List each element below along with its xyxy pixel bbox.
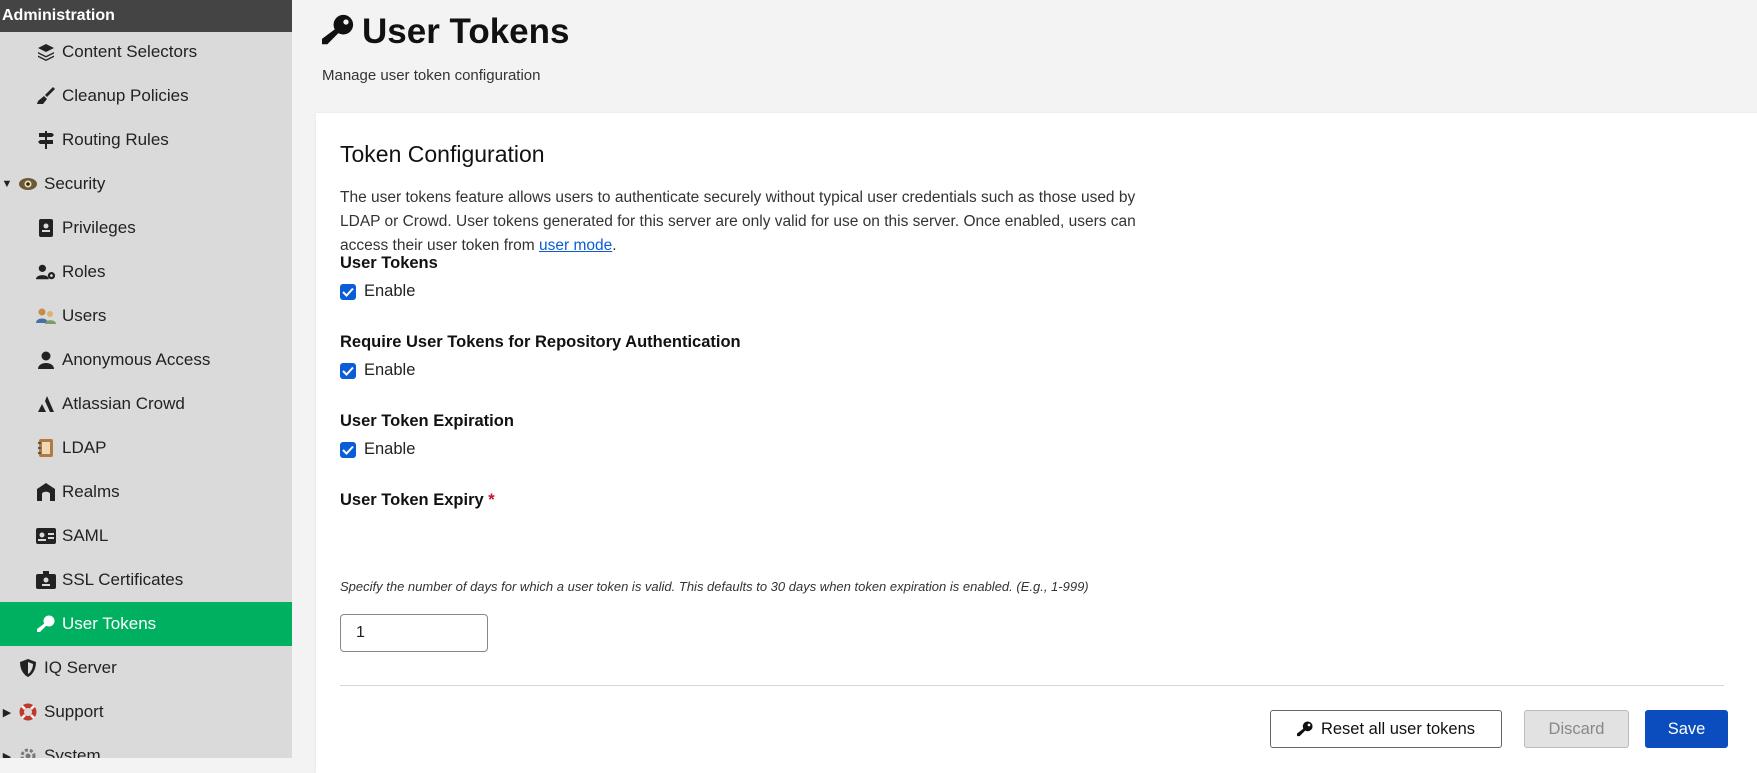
- lifebuoy-icon: [18, 702, 38, 722]
- divider: [340, 685, 1724, 686]
- user-tokens-enable-row: Enable: [340, 282, 415, 301]
- signpost-icon: [36, 130, 56, 150]
- expiration-checkbox[interactable]: [340, 441, 356, 458]
- archway-icon: [36, 482, 56, 502]
- user-tokens-label: User Tokens: [340, 254, 438, 272]
- sidebar-item-ssl-certificates[interactable]: SSL Certificates: [0, 558, 292, 602]
- atlassian-icon: [36, 394, 56, 414]
- require-tokens-enable-label: Enable: [364, 361, 416, 379]
- eye-icon: [18, 174, 38, 194]
- page-header: User Tokens: [322, 12, 570, 52]
- user-gear-icon: [36, 262, 56, 282]
- sidebar-item-system[interactable]: ▶ System: [0, 734, 292, 758]
- user-mode-link[interactable]: user mode: [539, 237, 612, 254]
- main-content: User Tokens Manage user token configurat…: [292, 0, 1757, 773]
- reset-button-label: Reset all user tokens: [1320, 719, 1476, 738]
- sidebar-item-label: Atlassian Crowd: [62, 394, 185, 413]
- sidebar-item-saml[interactable]: SAML: [0, 514, 292, 558]
- broom-icon: [36, 86, 56, 106]
- caret-right-icon[interactable]: ▶: [0, 706, 14, 719]
- sidebar-item-label: Users: [62, 306, 107, 325]
- check-icon: [342, 445, 354, 455]
- sidebar-header: Administration: [0, 0, 292, 32]
- users-icon: [36, 306, 56, 326]
- expiry-label: User Token Expiry *: [340, 491, 495, 510]
- check-icon: [342, 366, 354, 376]
- sidebar-item-label: Support: [44, 702, 104, 721]
- sidebar-item-user-tokens[interactable]: User Tokens: [0, 602, 292, 646]
- check-icon: [342, 287, 354, 297]
- sidebar-item-privileges[interactable]: Privileges: [0, 206, 292, 250]
- description-text: The user tokens feature allows users to …: [340, 189, 1136, 254]
- sidebar-item-realms[interactable]: Realms: [0, 470, 292, 514]
- save-button[interactable]: Save: [1645, 710, 1728, 748]
- caret-down-icon[interactable]: ▼: [0, 178, 14, 190]
- reset-all-tokens-button[interactable]: Reset all user tokens: [1270, 710, 1502, 748]
- sidebar-item-label: IQ Server: [44, 658, 117, 677]
- sidebar-item-security[interactable]: ▼ Security: [0, 162, 292, 206]
- sidebar-item-cleanup-policies[interactable]: Cleanup Policies: [0, 74, 292, 118]
- sidebar-item-label: LDAP: [62, 438, 107, 457]
- expiration-enable-row: Enable: [340, 440, 415, 459]
- expiry-days-input[interactable]: [340, 614, 488, 652]
- require-tokens-checkbox[interactable]: [340, 362, 356, 379]
- sidebar-item-ldap[interactable]: LDAP: [0, 426, 292, 470]
- shield-icon: [18, 658, 38, 678]
- expiration-enable-label: Enable: [364, 440, 416, 458]
- sidebar-item-label: Roles: [62, 262, 106, 281]
- id-card-icon: [36, 526, 56, 546]
- description-end: .: [612, 237, 617, 254]
- gear-icon: [18, 746, 38, 758]
- sidebar-item-roles[interactable]: Roles: [0, 250, 292, 294]
- sidebar-item-content-selectors[interactable]: Content Selectors: [0, 30, 292, 74]
- address-book-icon: [36, 438, 56, 458]
- sidebar-item-label: Cleanup Policies: [62, 86, 189, 105]
- sidebar-item-routing-rules[interactable]: Routing Rules: [0, 118, 292, 162]
- sidebar-item-label: SSL Certificates: [62, 570, 184, 589]
- page-title: User Tokens: [362, 12, 570, 51]
- expiry-help-text: Specify the number of days for which a u…: [340, 579, 1089, 594]
- sidebar-item-label: Realms: [62, 482, 120, 501]
- sidebar-item-anonymous-access[interactable]: Anonymous Access: [0, 338, 292, 382]
- layers-icon: [36, 42, 56, 62]
- key-icon: [1296, 721, 1313, 737]
- sidebar-item-support[interactable]: ▶ Support: [0, 690, 292, 734]
- require-tokens-label: Require User Tokens for Repository Authe…: [340, 333, 741, 351]
- sidebar-item-label: User Tokens: [62, 614, 157, 633]
- require-tokens-enable-row: Enable: [340, 361, 415, 380]
- sidebar-item-label: Content Selectors: [62, 42, 198, 61]
- sidebar-item-label: Security: [44, 174, 106, 193]
- required-asterisk: *: [488, 491, 495, 509]
- sidebar: Administration Content Selectors Cleanup…: [0, 0, 292, 758]
- discard-button[interactable]: Discard: [1524, 710, 1629, 748]
- sidebar-item-label: System: [44, 746, 101, 758]
- expiry-label-text: User Token Expiry: [340, 491, 484, 509]
- expiration-label: User Token Expiration: [340, 412, 514, 430]
- id-badge-icon: [36, 570, 56, 590]
- user-tokens-enable-label: Enable: [364, 282, 416, 300]
- badge-icon: [36, 218, 56, 238]
- user-tokens-checkbox[interactable]: [340, 283, 356, 300]
- card-title: Token Configuration: [340, 141, 545, 167]
- sidebar-item-iq-server[interactable]: IQ Server: [0, 646, 292, 690]
- sidebar-item-label: Anonymous Access: [62, 350, 211, 369]
- card-description: The user tokens feature allows users to …: [340, 186, 1160, 258]
- user-icon: [36, 350, 56, 370]
- token-configuration-card: Token Configuration The user tokens feat…: [316, 113, 1757, 773]
- sidebar-item-label: Privileges: [62, 218, 136, 237]
- page-subtitle: Manage user token configuration: [322, 67, 541, 84]
- sidebar-item-users[interactable]: Users: [0, 294, 292, 338]
- caret-right-icon[interactable]: ▶: [0, 750, 14, 759]
- sidebar-item-label: Routing Rules: [62, 130, 169, 149]
- key-icon: [322, 14, 354, 51]
- sidebar-item-atlassian-crowd[interactable]: Atlassian Crowd: [0, 382, 292, 426]
- key-icon: [36, 614, 56, 634]
- sidebar-item-label: SAML: [62, 526, 109, 545]
